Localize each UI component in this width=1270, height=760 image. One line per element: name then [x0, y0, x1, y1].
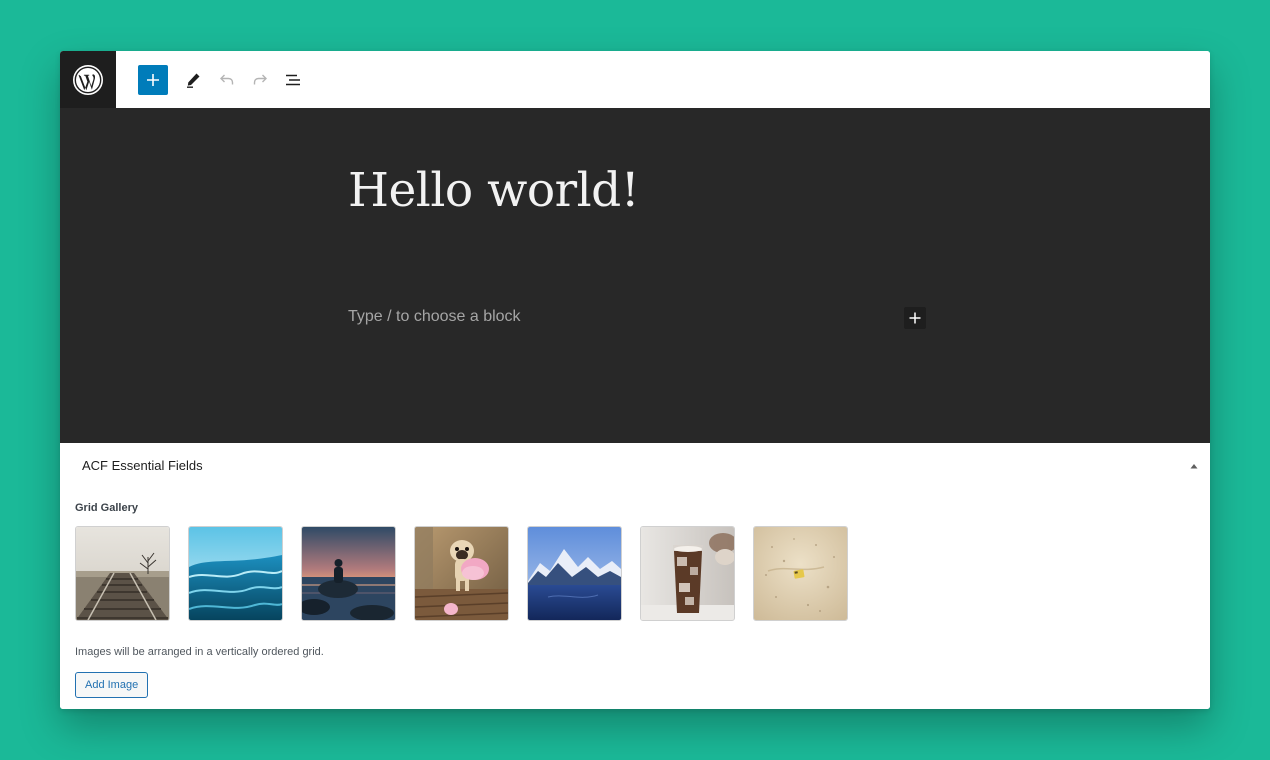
editor-canvas: Hello world! Type / to choose a block — [60, 108, 1210, 443]
gallery-help-text: Images will be arranged in a vertically … — [75, 646, 324, 658]
gallery-image-pug[interactable] — [414, 526, 509, 621]
add-block-button[interactable] — [138, 65, 168, 95]
acf-metabox: ACF Essential Fields Grid Gallery Images… — [60, 443, 1210, 709]
gallery-image-mountain-lake[interactable] — [527, 526, 622, 621]
wordpress-logo-icon[interactable] — [60, 51, 116, 108]
redo-button[interactable] — [245, 65, 275, 95]
grid-gallery-label: Grid Gallery — [75, 502, 138, 514]
pencil-icon — [187, 73, 200, 88]
triangle-up-icon — [1190, 464, 1198, 469]
plus-icon — [147, 74, 159, 86]
gallery-image-iced-coffee[interactable] — [640, 526, 735, 621]
post-title[interactable]: Hello world! — [348, 163, 640, 218]
block-placeholder[interactable]: Type / to choose a block — [348, 308, 521, 326]
undo-icon — [220, 74, 234, 85]
gallery-image-sand[interactable] — [753, 526, 848, 621]
block-inserter-button[interactable] — [904, 307, 926, 329]
gallery-image-railroad[interactable] — [75, 526, 170, 621]
editor-window: Hello world! Type / to choose a block AC… — [60, 51, 1210, 709]
undo-button[interactable] — [212, 65, 242, 95]
list-view-icon — [286, 74, 300, 86]
plus-icon — [909, 312, 921, 324]
metabox-title: ACF Essential Fields — [82, 458, 203, 473]
metabox-toggle-button[interactable] — [1182, 457, 1206, 475]
gallery-image-sunset-rock[interactable] — [301, 526, 396, 621]
gallery-image-ocean[interactable] — [188, 526, 283, 621]
editor-toolbar — [60, 51, 1210, 109]
add-image-button[interactable]: Add Image — [75, 672, 149, 698]
redo-icon — [253, 74, 267, 85]
tools-button[interactable] — [178, 65, 208, 95]
list-view-button[interactable] — [278, 65, 308, 95]
